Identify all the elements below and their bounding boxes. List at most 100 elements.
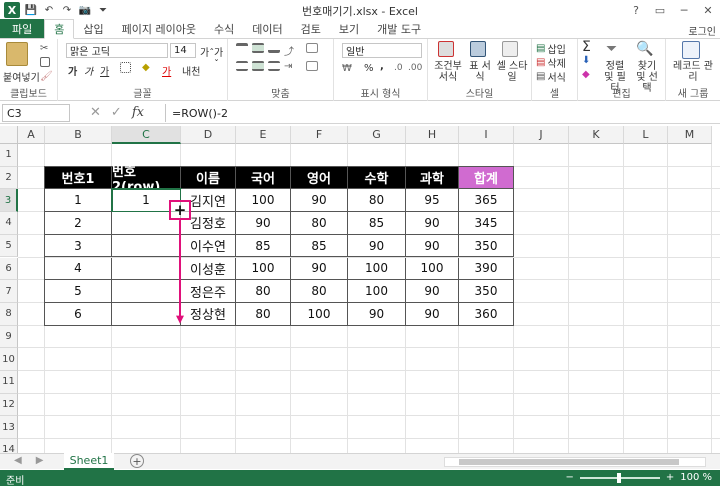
- zoom-slider-knob[interactable]: [616, 472, 621, 483]
- bold-button[interactable]: 가: [68, 63, 77, 78]
- camera-icon[interactable]: 📷: [78, 3, 92, 17]
- table-cell[interactable]: 100: [348, 280, 406, 303]
- insert-function-icon[interactable]: fx: [132, 105, 144, 120]
- add-sheet-button[interactable]: +: [130, 454, 144, 468]
- table-cell[interactable]: 5: [45, 280, 112, 303]
- zoom-slider[interactable]: [579, 472, 660, 483]
- table-cell[interactable]: 90: [406, 212, 459, 235]
- align-middle-icon[interactable]: [252, 43, 264, 53]
- clear-icon[interactable]: ◆: [582, 69, 590, 80]
- table-cell[interactable]: 80: [291, 212, 348, 235]
- percent-button[interactable]: %: [364, 63, 374, 74]
- format-cells-button[interactable]: ▤ 서식: [536, 69, 566, 84]
- table-cell[interactable]: 90: [406, 280, 459, 303]
- cell-style-button[interactable]: 셀 스타일: [496, 61, 528, 83]
- column-header-i[interactable]: I: [459, 126, 514, 144]
- wrap-text-icon[interactable]: [306, 43, 318, 53]
- enter-icon[interactable]: ✓: [111, 105, 122, 120]
- copy-icon[interactable]: [40, 57, 50, 67]
- table-cell[interactable]: 80: [291, 280, 348, 303]
- autosum-button[interactable]: Σ: [582, 39, 591, 55]
- header-name[interactable]: 이름: [181, 166, 236, 190]
- row-header-8[interactable]: 8: [0, 302, 18, 326]
- table-cell[interactable]: 80: [236, 302, 291, 326]
- table-cell[interactable]: 85: [348, 212, 406, 235]
- table-cell[interactable]: 90: [348, 234, 406, 258]
- conditional-format-button[interactable]: 조건부 서식: [431, 61, 465, 83]
- column-header-b[interactable]: B: [45, 126, 112, 144]
- row-header-6[interactable]: 6: [0, 257, 18, 281]
- fill-icon[interactable]: ⬇: [582, 55, 590, 66]
- header-english[interactable]: 영어: [291, 166, 348, 190]
- ribbon-display-button[interactable]: ▭: [648, 0, 672, 20]
- scroll-thumb[interactable]: [459, 459, 679, 465]
- indent-icon[interactable]: ⇥: [284, 61, 292, 72]
- row-header-2[interactable]: 2: [0, 166, 18, 190]
- name-box[interactable]: C3: [2, 104, 70, 122]
- help-button[interactable]: ?: [624, 0, 648, 20]
- tab-formulas[interactable]: 수식: [205, 19, 243, 38]
- tab-page-layout[interactable]: 페이지 레이아웃: [113, 19, 205, 38]
- formula-input[interactable]: =ROW()-2: [165, 104, 718, 122]
- minimize-button[interactable]: ─: [672, 0, 696, 20]
- number-format-dropdown[interactable]: 일반: [342, 43, 422, 58]
- table-cell[interactable]: 365: [459, 189, 514, 213]
- tab-data[interactable]: 데이터: [243, 19, 291, 38]
- row-header-11[interactable]: 11: [0, 371, 18, 394]
- row-header-5[interactable]: 5: [0, 234, 18, 258]
- table-cell[interactable]: 85: [236, 234, 291, 258]
- column-header-d[interactable]: D: [181, 126, 236, 144]
- format-painter-icon[interactable]: 🖌: [40, 71, 53, 82]
- grow-font-button[interactable]: 가ˆ: [200, 44, 214, 59]
- row-header-10[interactable]: 10: [0, 348, 18, 371]
- redo-icon[interactable]: ↷: [60, 3, 74, 17]
- table-cell[interactable]: 390: [459, 257, 514, 281]
- table-cell[interactable]: 이수연: [181, 234, 236, 258]
- header-korean[interactable]: 국어: [236, 166, 291, 190]
- row-header-7[interactable]: 7: [0, 280, 18, 303]
- table-cell[interactable]: 이성훈: [181, 257, 236, 281]
- tab-file[interactable]: 파일: [0, 19, 45, 38]
- table-cell[interactable]: 80: [236, 280, 291, 303]
- column-header-f[interactable]: F: [291, 126, 348, 144]
- table-cell[interactable]: [112, 234, 181, 258]
- record-manager-button[interactable]: 레코드 관리: [670, 61, 716, 83]
- table-cell[interactable]: 100: [291, 302, 348, 326]
- prev-sheet-icon[interactable]: ◀: [14, 455, 22, 466]
- row-header-13[interactable]: 13: [0, 416, 18, 440]
- merge-center-icon[interactable]: [306, 61, 318, 71]
- horizontal-scrollbar[interactable]: [444, 457, 706, 467]
- borders-icon[interactable]: [120, 62, 131, 73]
- table-cell[interactable]: 95: [406, 189, 459, 213]
- fill-color-icon[interactable]: ◆: [142, 62, 150, 73]
- increase-decimal-icon[interactable]: .0: [394, 63, 403, 73]
- align-center-icon[interactable]: [252, 61, 264, 71]
- table-cell[interactable]: 4: [45, 257, 112, 281]
- align-left-icon[interactable]: [236, 61, 248, 71]
- row-header-9[interactable]: 9: [0, 325, 18, 349]
- next-sheet-icon[interactable]: ▶: [36, 455, 44, 466]
- tab-insert[interactable]: 삽입: [74, 19, 112, 38]
- table-cell[interactable]: 100: [236, 189, 291, 213]
- header-number2-row[interactable]: 번호2(row): [112, 165, 181, 195]
- table-cell[interactable]: 정은주: [181, 280, 236, 303]
- table-cell[interactable]: 350: [459, 280, 514, 303]
- table-cell[interactable]: 6: [45, 302, 112, 326]
- comma-button[interactable]: ,: [380, 61, 384, 72]
- phonetic-button[interactable]: 내천: [182, 63, 200, 78]
- tab-developer[interactable]: 개발 도구: [368, 19, 430, 38]
- column-header-k[interactable]: K: [569, 126, 624, 144]
- table-cell[interactable]: 100: [406, 257, 459, 281]
- table-cell[interactable]: 3: [45, 234, 112, 258]
- column-header-m[interactable]: M: [668, 126, 712, 144]
- table-cell[interactable]: 100: [348, 257, 406, 281]
- save-icon[interactable]: 💾: [24, 3, 38, 17]
- table-cell[interactable]: 정상현: [181, 302, 236, 326]
- cut-icon[interactable]: ✂: [40, 43, 48, 54]
- font-size-dropdown[interactable]: 14: [170, 43, 196, 58]
- decrease-decimal-icon[interactable]: .00: [408, 63, 422, 73]
- table-cell[interactable]: 90: [406, 302, 459, 326]
- font-color-button[interactable]: 가: [162, 63, 171, 78]
- underline-button[interactable]: 가: [100, 63, 109, 78]
- sheet-tab-sheet1[interactable]: Sheet1: [64, 453, 114, 470]
